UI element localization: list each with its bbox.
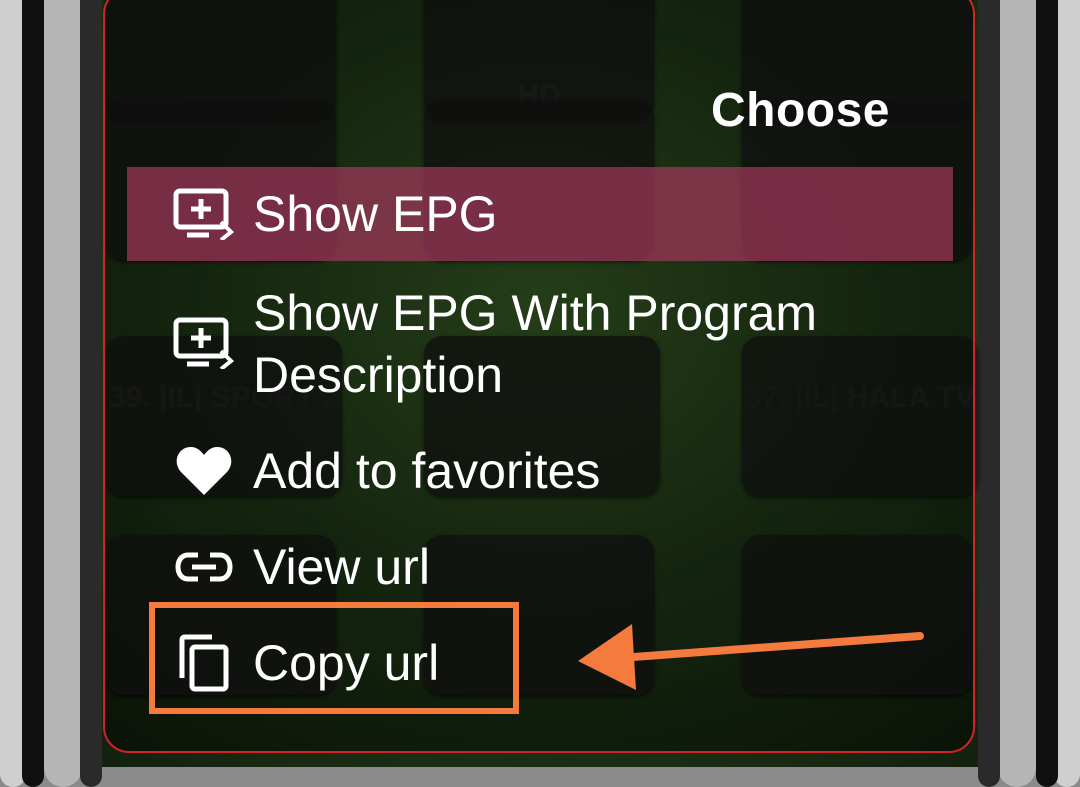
annotation-arrow-icon bbox=[578, 624, 924, 690]
